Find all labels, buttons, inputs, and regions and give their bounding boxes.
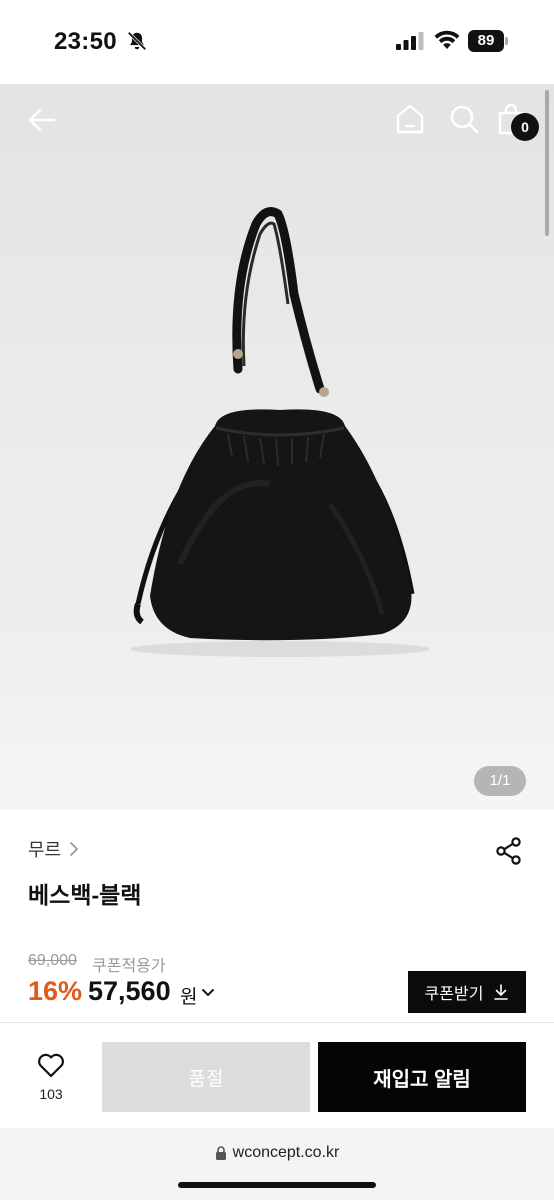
bell-muted-icon [127,31,147,51]
home-icon[interactable] [394,102,426,136]
original-price: 69,000 [28,952,77,969]
restock-alert-button[interactable]: 재입고 알림 [318,1042,526,1112]
share-icon[interactable] [494,836,524,866]
brand-name[interactable]: 무르 [28,836,61,862]
image-page-indicator: 1/1 [474,766,526,796]
currency-unit: 원 [180,987,198,1008]
product-photo-bag [130,207,430,657]
chevron-right-icon [70,842,79,856]
status-time: 23:50 [54,28,117,55]
battery-indicator: 89 [468,30,508,52]
search-icon[interactable] [448,102,480,136]
cart-count-badge[interactable]: 0 [511,113,539,141]
soldout-button[interactable]: 품절 [102,1042,310,1112]
battery-nub [505,37,508,45]
divider [0,1022,554,1023]
wifi-icon [434,30,460,49]
coupon-button-label: 쿠폰받기 [424,986,484,1003]
coupon-price-label: 쿠폰적용가 [92,958,166,975]
cellular-signal-icon [396,32,424,50]
product-image-carousel[interactable]: 0 1/1 [0,84,554,810]
back-arrow-icon[interactable] [26,104,58,136]
product-title: 베스백-블랙 [28,882,142,908]
coupon-download-button[interactable]: 쿠폰받기 [408,971,526,1013]
lock-icon [215,1146,226,1160]
home-indicator[interactable] [178,1182,376,1188]
like-count: 103 [39,1086,63,1102]
url-text[interactable]: wconcept.co.kr [233,1144,340,1162]
url-field[interactable]: wconcept.co.kr [0,1144,554,1162]
download-icon [494,984,509,1000]
brand-link[interactable]: 무르 [28,836,81,862]
heart-icon [38,1053,64,1078]
chevron-down-icon[interactable] [200,986,216,1000]
scrollbar[interactable] [545,90,549,236]
sale-price: 57,560 [88,976,171,1006]
like-button[interactable]: 103 [26,1052,76,1108]
status-bar: 23:50 89 [0,0,554,84]
discount-rate: 16% [28,976,83,1006]
browser-url-bar[interactable]: wconcept.co.kr [0,1128,554,1200]
battery-level: 89 [468,30,504,52]
